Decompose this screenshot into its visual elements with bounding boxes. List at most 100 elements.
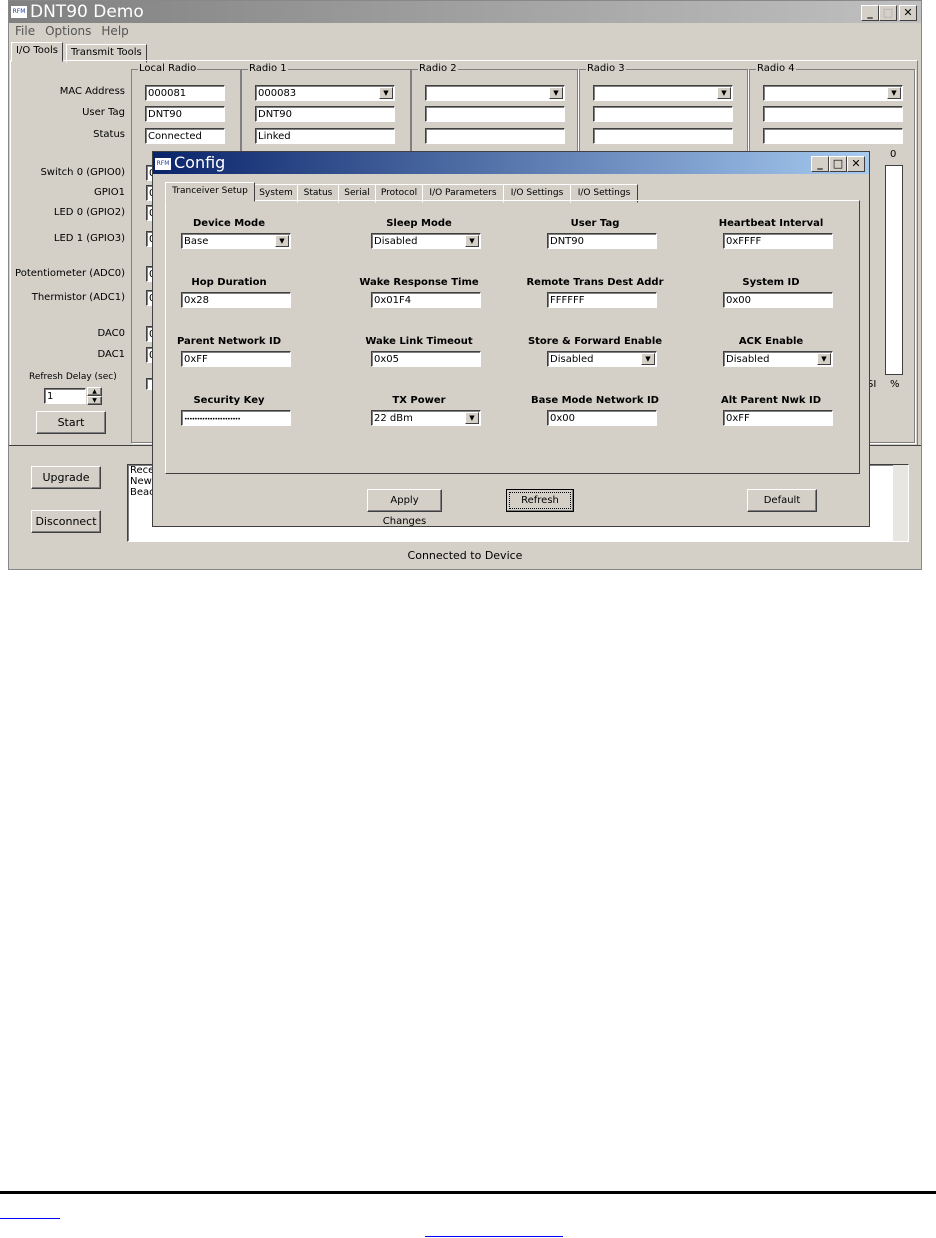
user-tag-field[interactable] bbox=[425, 106, 565, 122]
start-button[interactable]: Start bbox=[36, 411, 106, 434]
status-field[interactable] bbox=[425, 128, 565, 144]
mac-value: 000081 bbox=[148, 88, 187, 99]
refresh-button[interactable]: Refresh bbox=[506, 489, 574, 512]
field-value: 22 dBm bbox=[374, 413, 413, 424]
link-underline[interactable] bbox=[425, 1236, 563, 1237]
field-label: TX Power bbox=[392, 395, 446, 406]
link-underline[interactable] bbox=[0, 1218, 60, 1219]
menu-file[interactable]: File bbox=[15, 24, 35, 38]
radio-group-title: Radio 2 bbox=[418, 63, 458, 74]
page-rule bbox=[0, 1191, 936, 1194]
rssi-value: 0 bbox=[890, 149, 897, 160]
config-field[interactable]: 22 dBm ▼ bbox=[371, 410, 481, 426]
refresh-delay-input[interactable]: 1 bbox=[44, 388, 86, 404]
chevron-down-icon[interactable]: ▼ bbox=[641, 353, 655, 365]
config-field[interactable]: 0x00 bbox=[547, 410, 657, 426]
chevron-down-icon[interactable]: ▼ bbox=[887, 87, 901, 99]
field-value: 0xFF bbox=[726, 413, 750, 424]
mac-address-field[interactable]: 000083 ▼ bbox=[255, 85, 395, 101]
field-value: DNT90 bbox=[550, 236, 585, 247]
menu-bar: File Options Help bbox=[15, 24, 139, 38]
spin-up-button[interactable]: ▲ bbox=[87, 387, 102, 396]
field-value: 0x28 bbox=[184, 295, 210, 306]
close-button[interactable]: ✕ bbox=[899, 5, 917, 21]
io-label: Thermistor (ADC1) bbox=[31, 292, 125, 303]
status-field[interactable] bbox=[593, 128, 733, 144]
status-field[interactable]: Connected bbox=[145, 128, 225, 144]
user-tag-field[interactable]: DNT90 bbox=[255, 106, 395, 122]
config-field[interactable]: 0xFF bbox=[723, 410, 833, 426]
chevron-down-icon[interactable]: ▼ bbox=[379, 87, 393, 99]
app-title: DNT90 Demo bbox=[30, 2, 144, 22]
tab-io-tools[interactable]: I/O Tools bbox=[11, 42, 64, 62]
upgrade-button[interactable]: Upgrade bbox=[31, 466, 101, 489]
field-value: Disabled bbox=[374, 236, 418, 247]
main-title-bar[interactable]: RFM DNT90 Demo bbox=[9, 1, 921, 23]
chevron-down-icon[interactable]: ▼ bbox=[549, 87, 563, 99]
user-tag-field[interactable] bbox=[763, 106, 903, 122]
chevron-down-icon[interactable]: ▼ bbox=[717, 87, 731, 99]
config-field[interactable]: Base ▼ bbox=[181, 233, 291, 249]
user-tag-field[interactable]: DNT90 bbox=[145, 106, 225, 122]
config-field[interactable]: 0x01F4 bbox=[371, 292, 481, 308]
chevron-down-icon[interactable]: ▼ bbox=[275, 235, 289, 247]
menu-options[interactable]: Options bbox=[45, 24, 91, 38]
io-label: DAC0 bbox=[97, 328, 125, 339]
menu-help[interactable]: Help bbox=[101, 24, 128, 38]
field-value: 0xFFFF bbox=[726, 236, 762, 247]
mac-address-field[interactable]: 000081 bbox=[145, 85, 225, 101]
spin-down-button[interactable]: ▼ bbox=[87, 396, 102, 405]
tag-label: User Tag bbox=[82, 107, 125, 118]
field-value: 0x01F4 bbox=[374, 295, 412, 306]
config-title: Config bbox=[174, 153, 226, 172]
default-button[interactable]: Default bbox=[747, 489, 817, 512]
config-minimize-button[interactable]: _ bbox=[811, 156, 829, 172]
field-label: Device Mode bbox=[193, 218, 265, 229]
config-field[interactable]: FFFFFF bbox=[547, 292, 657, 308]
config-close-button[interactable]: ✕ bbox=[847, 156, 865, 172]
config-field[interactable]: 0x00 bbox=[723, 292, 833, 308]
field-label: Sleep Mode bbox=[386, 218, 452, 229]
config-field[interactable]: Disabled ▼ bbox=[371, 233, 481, 249]
field-value: 0x00 bbox=[550, 413, 576, 424]
mac-label: MAC Address bbox=[59, 86, 125, 97]
status-field[interactable]: Linked bbox=[255, 128, 395, 144]
status-field[interactable] bbox=[763, 128, 903, 144]
mac-address-field[interactable]: ▼ bbox=[425, 85, 565, 101]
mac-address-field[interactable]: ▼ bbox=[763, 85, 903, 101]
chevron-down-icon[interactable]: ▼ bbox=[817, 353, 831, 365]
mac-address-field[interactable]: ▼ bbox=[593, 85, 733, 101]
config-field[interactable]: DNT90 bbox=[547, 233, 657, 249]
config-tab[interactable]: Tranceiver Setup bbox=[165, 182, 255, 202]
mac-value: 000083 bbox=[258, 88, 297, 99]
config-title-bar[interactable]: RFM Config bbox=[153, 152, 869, 174]
config-field[interactable]: Disabled ▼ bbox=[723, 351, 833, 367]
log-scrollbar[interactable] bbox=[893, 465, 908, 541]
radio-group-title: Local Radio bbox=[138, 63, 198, 74]
config-field[interactable]: •••••••••••••••••••••• bbox=[181, 410, 291, 426]
chevron-down-icon[interactable]: ▼ bbox=[465, 235, 479, 247]
config-field[interactable]: 0xFF bbox=[181, 351, 291, 367]
config-field[interactable]: 0x05 bbox=[371, 351, 481, 367]
config-field[interactable]: 0xFFFF bbox=[723, 233, 833, 249]
field-label: Parent Network ID bbox=[176, 336, 282, 347]
config-field[interactable]: Disabled ▼ bbox=[547, 351, 657, 367]
chevron-down-icon[interactable]: ▼ bbox=[465, 412, 479, 424]
radio-group-title: Radio 1 bbox=[248, 63, 288, 74]
minimize-button[interactable]: _ bbox=[861, 5, 879, 21]
config-maximize-button[interactable]: □ bbox=[829, 156, 847, 172]
disconnect-button[interactable]: Disconnect bbox=[31, 510, 101, 533]
maximize-button[interactable]: □ bbox=[879, 5, 897, 21]
field-label: Base Mode Network ID bbox=[531, 395, 659, 406]
radio-group-title: Radio 4 bbox=[756, 63, 796, 74]
field-value: FFFFFF bbox=[550, 295, 585, 306]
field-label: Security Key bbox=[193, 395, 265, 406]
apply-changes-button[interactable]: Apply Changes bbox=[367, 489, 442, 527]
status-label: Status bbox=[93, 129, 125, 140]
user-tag-field[interactable] bbox=[593, 106, 733, 122]
field-label: Heartbeat Interval bbox=[718, 218, 824, 229]
config-field[interactable]: 0x28 bbox=[181, 292, 291, 308]
field-value: •••••••••••••••••••••• bbox=[184, 416, 241, 423]
rssi-bar bbox=[885, 165, 903, 375]
io-label: DAC1 bbox=[97, 349, 125, 360]
